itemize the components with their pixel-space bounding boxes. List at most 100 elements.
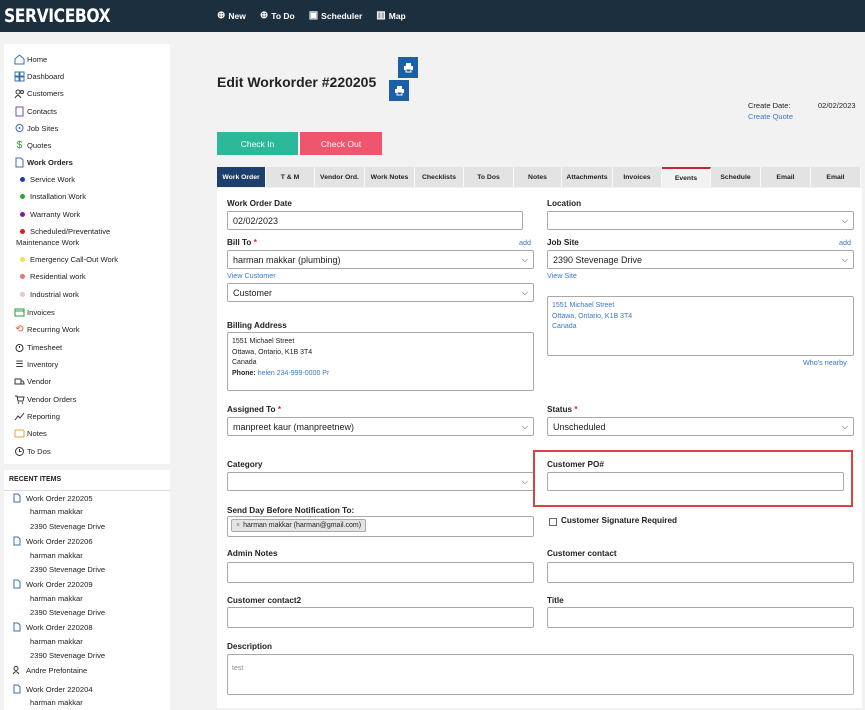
phone-value[interactable]: helen 234-999-0000 Pr (258, 370, 330, 377)
check-in-button[interactable]: Check In (217, 132, 298, 155)
sidebar-item-timesheet[interactable]: Timesheet (14, 342, 62, 353)
sidebar-subitem-maintenance-work[interactable]: Scheduled/Preventative (20, 227, 110, 236)
sidebar-item-label: Timesheet (27, 343, 63, 352)
category-label: Category (227, 460, 263, 469)
print-button[interactable] (398, 57, 418, 78)
sidebar-item-home[interactable]: Home (14, 54, 47, 65)
plus-circle-icon: ⊕ (217, 10, 226, 21)
tab-email-2[interactable]: Email (811, 167, 861, 187)
location-label: Location (547, 199, 582, 208)
job-site-add-link[interactable]: add (839, 238, 851, 247)
sidebar-item-work-orders[interactable]: Work Orders (14, 157, 73, 168)
status-dot (20, 274, 25, 279)
recent-items-panel: RECENT ITEMS Work Order 220205 harman ma… (4, 470, 170, 710)
tab-invoices[interactable]: Invoices (613, 167, 662, 187)
location-select[interactable]: ⌵ (547, 211, 854, 230)
create-quote-link[interactable]: Create Quote (748, 112, 793, 121)
job-site-select[interactable]: 2390 Stevenage Drive ⌵ (547, 250, 854, 269)
select-value: 2390 Stevenage Drive (553, 254, 643, 265)
customer-type-select[interactable]: Customer ⌵ (227, 283, 534, 302)
sidebar-subitem-emergency-work[interactable]: Emergency Call-Out Work (20, 255, 118, 264)
remove-chip-icon[interactable]: × (236, 522, 240, 529)
sidebar-subitem-warranty-work[interactable]: Warranty Work (20, 210, 80, 219)
sidebar-item-label: Reporting (27, 412, 60, 421)
recent-item-link[interactable]: Work Order 220204 (12, 684, 93, 694)
tab-work-order[interactable]: Work Order (217, 167, 266, 187)
sidebar-subitem-residential-work[interactable]: Residential work (20, 272, 86, 281)
dollar-icon: $ (16, 140, 23, 151)
chevron-down-icon: ⌵ (841, 216, 848, 225)
sidebar-item-vendor-orders[interactable]: Vendor Orders (14, 394, 76, 405)
tab-todos[interactable]: To Dos (464, 167, 514, 187)
work-order-date-input[interactable]: 02/02/2023 (227, 211, 523, 230)
recent-item-title: Work Order 220206 (26, 536, 93, 546)
sidebar-item-inventory[interactable]: ☰ Inventory (14, 359, 58, 370)
nav-scheduler[interactable]: ▣ Scheduler (309, 10, 363, 21)
sidebar-item-vendor[interactable]: Vendor (14, 376, 51, 387)
admin-notes-input[interactable] (227, 562, 534, 583)
view-customer-link[interactable]: View Customer (227, 271, 276, 280)
whos-nearby-link[interactable]: Who's nearby (803, 358, 847, 367)
tab-events[interactable]: Events (662, 167, 711, 187)
sidebar-item-quotes[interactable]: $ Quotes (14, 140, 52, 151)
status-dot (20, 292, 25, 297)
sidebar-item-todos[interactable]: To Dos (14, 446, 51, 457)
recurring-icon: ⟲ (15, 324, 24, 335)
bill-to-select[interactable]: harman makkar (plumbing) ⌵ (227, 250, 534, 269)
document-icon (14, 157, 25, 168)
bill-to-add-link[interactable]: add (519, 238, 531, 247)
customer-po-input[interactable] (547, 472, 844, 491)
title-input[interactable] (547, 607, 854, 628)
label-text: Assigned To (227, 405, 276, 414)
tab-vendor-orders[interactable]: Vendor Ord. (315, 167, 365, 187)
check-out-button[interactable]: Check Out (300, 132, 382, 155)
sidebar-item-reporting[interactable]: Reporting (14, 411, 60, 422)
nav-map[interactable]: ▥ Map (376, 10, 405, 21)
assigned-to-select[interactable]: manpreet kaur (manpreetnew) ⌵ (227, 417, 534, 436)
nav-todo[interactable]: ⊕ To Do (260, 10, 295, 21)
customer-contact-input[interactable] (547, 562, 854, 583)
description-textarea[interactable]: test (227, 654, 854, 695)
signature-required-checkbox[interactable] (549, 518, 557, 526)
sidebar-subitem-maintenance-work-line2[interactable]: Maintenance Work (16, 238, 79, 247)
page-title: Edit Workorder #220205 (217, 74, 377, 90)
sidebar-item-customers[interactable]: Customers (14, 88, 64, 99)
category-select[interactable]: ⌵ (227, 472, 534, 491)
map-icon: ▥ (376, 10, 386, 21)
view-site-link[interactable]: View Site (547, 271, 577, 280)
tab-attachments[interactable]: Attachments (562, 167, 613, 187)
print-alt-button[interactable] (389, 80, 409, 101)
tab-t-and-m[interactable]: T & M (266, 167, 315, 187)
tab-email[interactable]: Email (761, 167, 811, 187)
sidebar-item-job-sites[interactable]: Job Sites (14, 123, 58, 134)
sidebar-subitem-industrial-work[interactable]: Industrial work (20, 290, 79, 299)
brand-logo[interactable]: SERVICEBOX (4, 5, 111, 27)
top-nav: ⊕ New ⊕ To Do ▣ Scheduler ▥ Map (217, 10, 420, 21)
tab-work-notes[interactable]: Work Notes (365, 167, 415, 187)
status-select[interactable]: Unscheduled ⌵ (547, 417, 854, 436)
recent-items-header: RECENT ITEMS (9, 476, 62, 483)
recent-item-link[interactable]: Work Order 220205 (12, 493, 93, 503)
tab-schedule[interactable]: Schedule (711, 167, 761, 187)
sidebar-item-invoices[interactable]: Invoices (14, 307, 55, 318)
recent-item-link[interactable]: Work Order 220208 (12, 622, 93, 632)
sidebar-subitem-service-work[interactable]: Service Work (20, 175, 75, 184)
sidebar-item-recurring-work[interactable]: ⟲ Recurring Work (14, 324, 79, 335)
tab-notes[interactable]: Notes (514, 167, 562, 187)
tab-checklists[interactable]: Checklists (415, 167, 464, 187)
recent-item-link[interactable]: Work Order 220209 (12, 579, 93, 589)
notification-recipients-input[interactable]: × harman makkar (harman@gmail.com) (227, 516, 534, 537)
recent-item-customer: harman makkar (30, 551, 83, 560)
billing-address-box: 1551 Michael Street Ottawa, Ontario, K1B… (227, 332, 534, 391)
sidebar-item-dashboard[interactable]: Dashboard (14, 71, 64, 82)
sidebar-subitem-installation-work[interactable]: Installation Work (20, 192, 86, 201)
sidebar-item-notes[interactable]: Notes (14, 428, 47, 439)
customer-contact2-input[interactable] (227, 607, 534, 628)
sidebar-item-label: Notes (27, 429, 47, 438)
recent-item-person-link[interactable]: Andre Prefontaine (12, 665, 87, 675)
status-dot (20, 229, 25, 234)
sidebar-item-contacts[interactable]: Contacts (14, 106, 57, 117)
recent-item-link[interactable]: Work Order 220206 (12, 536, 93, 546)
nav-new[interactable]: ⊕ New (217, 10, 246, 21)
recent-item-customer: harman makkar (30, 507, 83, 516)
